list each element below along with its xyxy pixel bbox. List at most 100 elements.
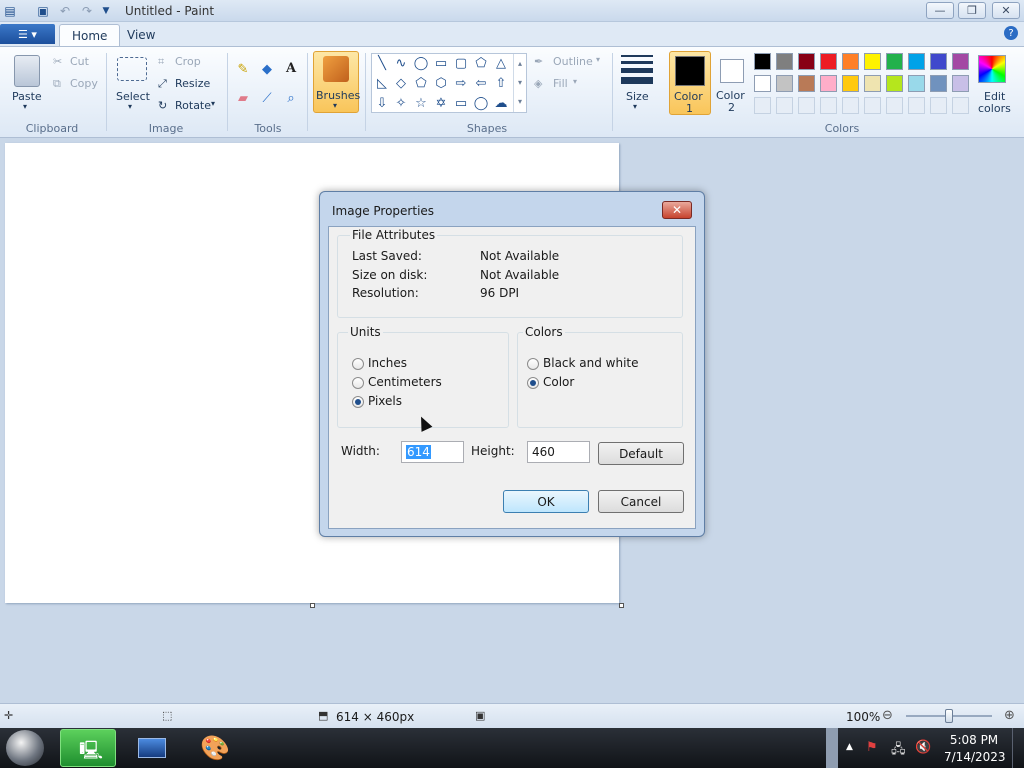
- right-triangle-shape-icon[interactable]: ◺: [373, 74, 391, 92]
- select-button[interactable]: Select: [116, 90, 150, 103]
- color-swatch[interactable]: [886, 53, 903, 70]
- cloud-callout-shape-icon[interactable]: ☁: [492, 94, 510, 112]
- color-picker-icon[interactable]: ⟋: [258, 89, 276, 107]
- copy-button[interactable]: Copy: [70, 77, 98, 90]
- oval-callout-shape-icon[interactable]: ◯: [472, 94, 490, 112]
- crop-button[interactable]: Crop: [175, 55, 201, 68]
- color-swatch[interactable]: [820, 75, 837, 92]
- color-swatch[interactable]: [754, 97, 771, 114]
- taskbar-scroll[interactable]: [826, 728, 838, 768]
- triangle-shape-icon[interactable]: △: [492, 54, 510, 72]
- color-swatch[interactable]: [842, 75, 859, 92]
- color-swatch[interactable]: [952, 97, 969, 114]
- show-hidden-icons[interactable]: ▲: [846, 742, 853, 752]
- color-swatch[interactable]: [754, 75, 771, 92]
- magnifier-icon[interactable]: ⌕: [282, 89, 300, 107]
- color-swatch[interactable]: [776, 97, 793, 114]
- color-swatch[interactable]: [908, 97, 925, 114]
- five-point-star-shape-icon[interactable]: ☆: [412, 94, 430, 112]
- chevron-down-icon[interactable]: ▾: [128, 102, 132, 111]
- color-label[interactable]: Color: [543, 375, 574, 389]
- pixels-radio[interactable]: [352, 396, 364, 408]
- rect-callout-shape-icon[interactable]: ▭: [452, 94, 470, 112]
- color-swatch[interactable]: [864, 53, 881, 70]
- hexagon-shape-icon[interactable]: ⬡: [432, 74, 450, 92]
- color-swatch[interactable]: [820, 97, 837, 114]
- color-swatch[interactable]: [952, 75, 969, 92]
- black-and-white-radio[interactable]: [527, 358, 539, 370]
- clock-date[interactable]: 7/14/2023: [944, 750, 1006, 764]
- rectangle-shape-icon[interactable]: ▭: [432, 54, 450, 72]
- color-swatch[interactable]: [952, 53, 969, 70]
- color-swatch[interactable]: [820, 53, 837, 70]
- gallery-scroll[interactable]: ▴ ▾ ▾: [513, 54, 526, 112]
- curve-shape-icon[interactable]: ∿: [392, 54, 410, 72]
- save-icon[interactable]: ▣: [35, 3, 51, 19]
- ok-button[interactable]: OK: [503, 490, 589, 513]
- pencil-icon[interactable]: ✎: [234, 60, 252, 78]
- tab-view[interactable]: View: [115, 24, 167, 46]
- color-swatch[interactable]: [886, 97, 903, 114]
- select-icon[interactable]: [117, 57, 147, 81]
- taskbar-app-desktop[interactable]: [124, 729, 180, 767]
- color-swatch[interactable]: [908, 53, 925, 70]
- taskbar-app-paint[interactable]: 🎨: [186, 729, 242, 767]
- color-swatch[interactable]: [798, 97, 815, 114]
- four-point-star-shape-icon[interactable]: ✧: [392, 94, 410, 112]
- cut-button[interactable]: Cut: [70, 55, 89, 68]
- fill-bucket-icon[interactable]: ◆: [258, 60, 276, 78]
- color-swatch[interactable]: [864, 75, 881, 92]
- brushes-button[interactable]: Brushes ▾: [313, 51, 360, 113]
- inches-radio[interactable]: [352, 358, 364, 370]
- color-swatch[interactable]: [754, 53, 771, 70]
- height-input[interactable]: 460: [527, 441, 590, 463]
- color-swatch[interactable]: [930, 75, 947, 92]
- color1-button[interactable]: Color 1: [669, 51, 711, 115]
- color-swatch[interactable]: [776, 53, 793, 70]
- size-button[interactable]: Size: [626, 90, 649, 103]
- color-swatch[interactable]: [842, 53, 859, 70]
- action-center-icon[interactable]: ⚑: [866, 740, 878, 755]
- color-swatch[interactable]: [864, 97, 881, 114]
- color2-button[interactable]: Color 2: [715, 51, 749, 115]
- rotate-button[interactable]: Rotate: [175, 99, 211, 112]
- chevron-down-icon[interactable]: ▾: [633, 102, 637, 111]
- color-swatch[interactable]: [886, 75, 903, 92]
- fill-button[interactable]: Fill: [553, 77, 568, 90]
- rounded-rectangle-shape-icon[interactable]: ▢: [452, 54, 470, 72]
- centimeters-radio[interactable]: [352, 377, 364, 389]
- black-and-white-label[interactable]: Black and white: [543, 356, 639, 370]
- pentagon-shape-icon[interactable]: ⬠: [412, 74, 430, 92]
- taskbar-app-explorer[interactable]: 🖳: [60, 729, 116, 767]
- size-icon[interactable]: [621, 55, 653, 85]
- diamond-shape-icon[interactable]: ◇: [392, 74, 410, 92]
- volume-muted-icon[interactable]: 🔇: [915, 740, 931, 755]
- redo-icon[interactable]: ↷: [79, 3, 95, 19]
- six-point-star-shape-icon[interactable]: ✡: [432, 94, 450, 112]
- restore-button[interactable]: ❐: [958, 2, 986, 19]
- text-tool-icon[interactable]: A: [282, 59, 300, 77]
- dialog-close-button[interactable]: ✕: [662, 201, 692, 219]
- default-button[interactable]: Default: [598, 442, 684, 465]
- edit-colors-icon[interactable]: [978, 55, 1006, 83]
- show-desktop-button[interactable]: [1012, 728, 1024, 768]
- pixels-label[interactable]: Pixels: [368, 394, 402, 408]
- chevron-down-icon[interactable]: ▾: [23, 102, 27, 111]
- right-arrow-shape-icon[interactable]: ⇨: [452, 74, 470, 92]
- color-swatch[interactable]: [930, 97, 947, 114]
- shapes-gallery[interactable]: ╲ ∿ ◯ ▭ ▢ ⬠ △ ◺ ◇ ⬠ ⬡ ⇨ ⇦ ⇧ ⇩ ✧ ☆ ✡ ▭ ◯ …: [371, 53, 527, 113]
- line-shape-icon[interactable]: ╲: [373, 54, 391, 72]
- centimeters-label[interactable]: Centimeters: [368, 375, 442, 389]
- color-radio[interactable]: [527, 377, 539, 389]
- width-input[interactable]: 614: [401, 441, 464, 463]
- zoom-out-icon[interactable]: ⊖: [882, 708, 893, 723]
- zoom-in-icon[interactable]: ⊕: [1004, 708, 1015, 723]
- color-swatch[interactable]: [798, 53, 815, 70]
- help-icon[interactable]: ?: [1004, 26, 1018, 40]
- close-window-button[interactable]: ✕: [992, 2, 1020, 19]
- color-swatch[interactable]: [908, 75, 925, 92]
- minimize-button[interactable]: —: [926, 2, 954, 19]
- tab-home[interactable]: Home: [59, 24, 121, 46]
- oval-shape-icon[interactable]: ◯: [412, 54, 430, 72]
- resize-handle-corner[interactable]: [619, 603, 624, 608]
